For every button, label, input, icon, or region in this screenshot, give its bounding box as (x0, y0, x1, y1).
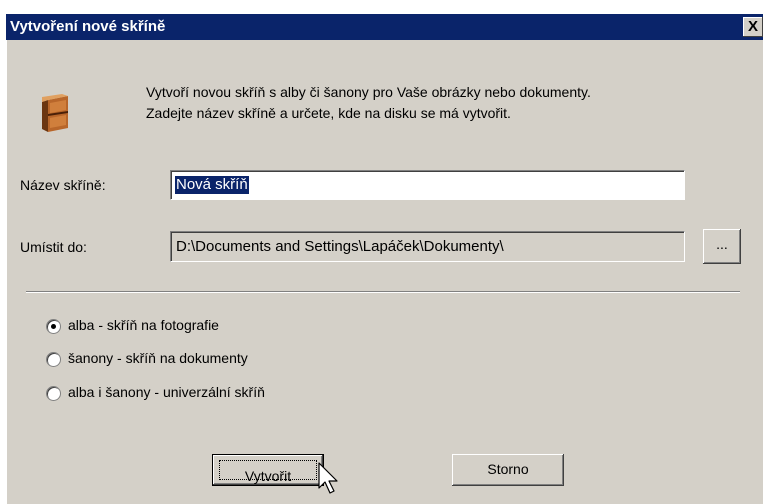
description: Vytvoří novou skříň s alby či šanony pro… (146, 82, 746, 124)
location-path-value: D:\Documents and Settings\Lapáček\Dokume… (176, 238, 504, 255)
name-label: Název skříně: (20, 177, 106, 193)
radio-button-selected[interactable] (46, 319, 61, 334)
radio-label-alba: alba - skříň na fotografie (68, 317, 219, 333)
close-button[interactable]: X (743, 17, 763, 37)
cancel-button[interactable]: Storno (452, 454, 564, 486)
radio-label-universal: alba i šanony - univerzální skříň (68, 384, 265, 400)
window-title: Vytvoření nové skříně (10, 18, 166, 35)
cabinet-name-value: Nová skříň (175, 176, 249, 194)
radio-label-sanony: šanony - skříň na dokumenty (68, 350, 248, 366)
location-path-field: D:\Documents and Settings\Lapáček\Dokume… (170, 231, 685, 262)
separator (26, 291, 740, 293)
radio-button[interactable] (46, 386, 61, 401)
title-bar[interactable]: Vytvoření nové skříně X (6, 14, 763, 40)
cabinet-name-input[interactable]: Nová skříň (170, 170, 685, 200)
radio-dot (51, 324, 56, 329)
browse-button[interactable]: ... (703, 229, 741, 264)
dialog-window: Vytvoření nové skříně X Vytvoří novou sk… (6, 14, 763, 504)
location-label: Umístit do: (20, 239, 87, 255)
mouse-cursor-icon (318, 462, 338, 494)
description-line-2: Zadejte název skříně a určete, kde na di… (146, 105, 511, 121)
radio-button[interactable] (46, 352, 61, 367)
description-line-1: Vytvoří novou skříň s alby či šanony pro… (146, 84, 591, 100)
cabinet-icon (42, 94, 68, 132)
focus-rectangle: Vytvořit (219, 460, 317, 484)
create-button[interactable]: Vytvořit (212, 454, 324, 486)
create-button-label: Vytvořit (244, 468, 292, 484)
